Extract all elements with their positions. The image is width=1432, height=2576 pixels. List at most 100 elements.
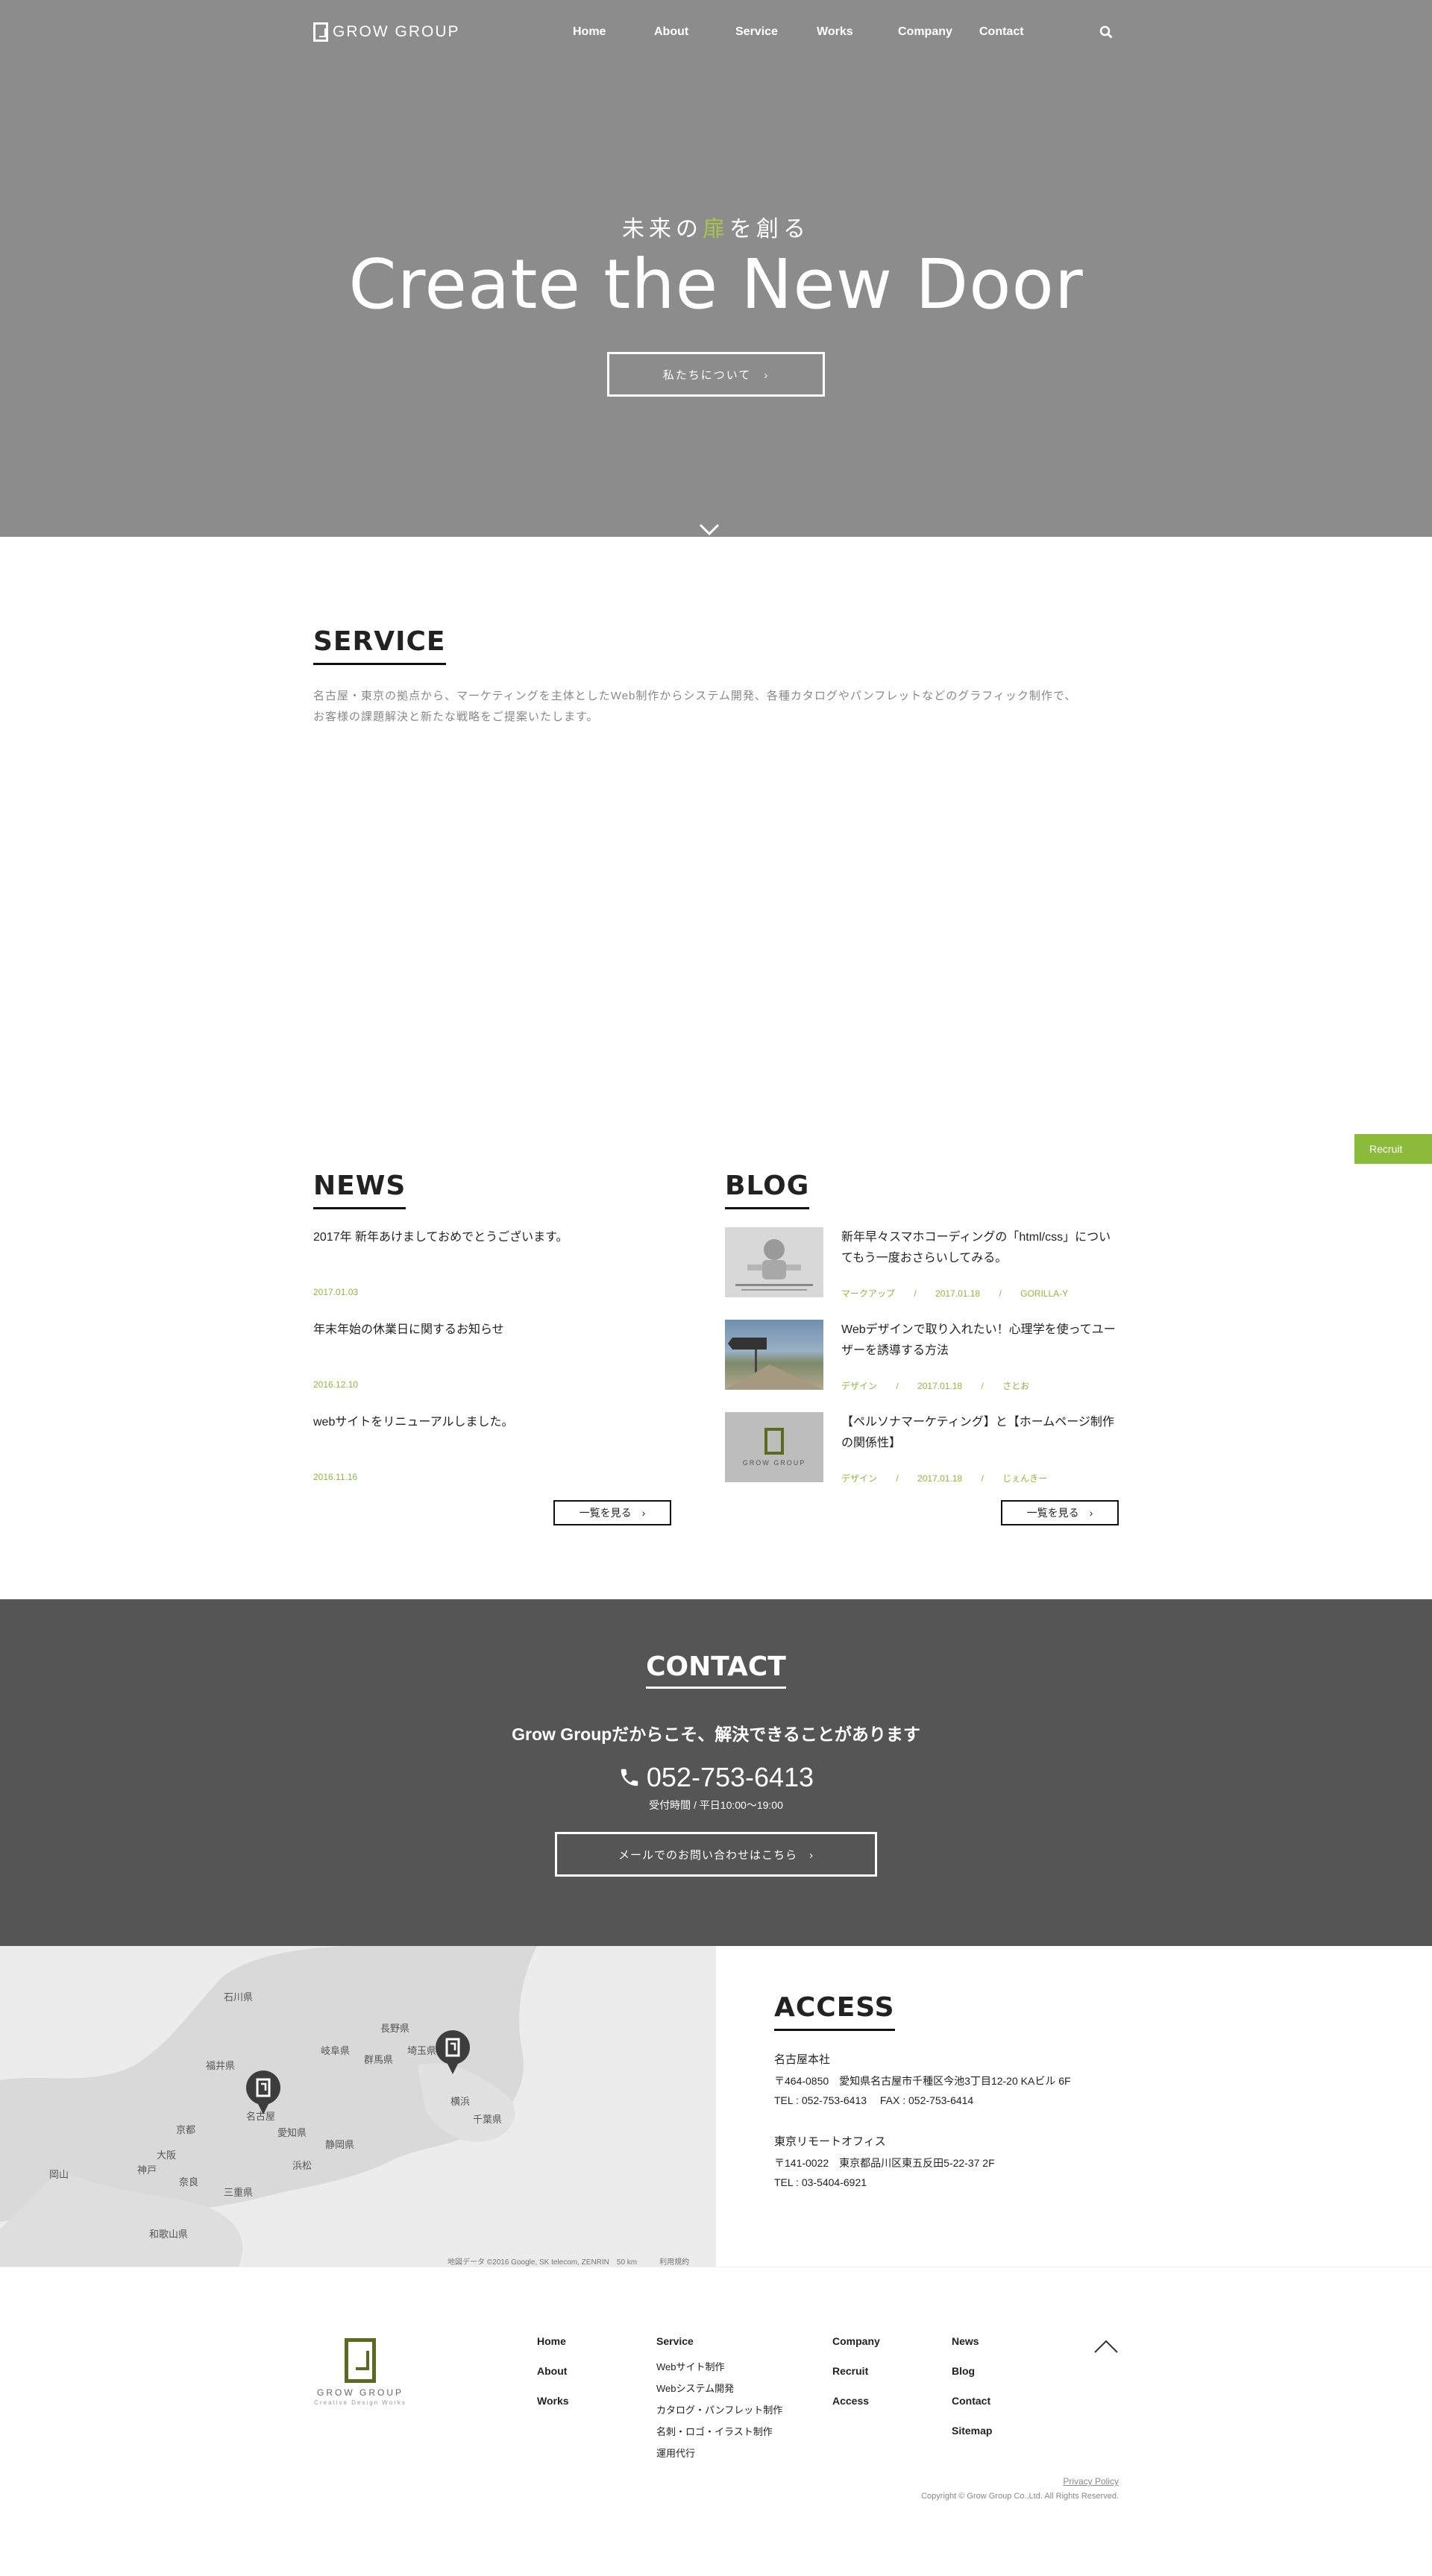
hero-subtitle-part: 未来の: [622, 217, 703, 242]
blog-thumbnail: GROW GROUP: [725, 1412, 823, 1482]
nav-item-about[interactable]: About: [654, 25, 735, 39]
office-tel: TEL : 052-753-6413 FAX : 052-753-6414: [774, 2094, 974, 2106]
map-label: 横浜: [450, 2096, 471, 2107]
map-label: 神戸: [137, 2164, 157, 2176]
map-label: 浜松: [292, 2160, 313, 2171]
office-name: 東京リモートオフィス: [774, 2135, 886, 2148]
map-label: 群馬県: [364, 2054, 394, 2065]
blog-item-title: てもう一度おさらいしてみる。: [841, 1252, 1008, 1265]
blog-item[interactable]: GROW GROUP 【ペルソナマーケティング】と【ホームページ制作 の関係性】…: [725, 1412, 1119, 1505]
meta-separator: /: [896, 1381, 899, 1391]
service-section: SERVICE 名古屋・東京の拠点から、マーケティングを主体としたWeb制作から…: [313, 626, 1119, 728]
service-text-line: お客様の課題解決と新たな戦略をご提案いたします。: [313, 711, 599, 723]
grow-logo-icon: [764, 1428, 784, 1455]
access-map[interactable]: 石川県 福井県 岐阜県 長野県 京都 大阪 神戸 名古屋 浜松 静岡県 横浜 千…: [0, 1946, 716, 2267]
logo-text: GROW GROUP: [333, 23, 460, 40]
news-item[interactable]: 年末年始の休業日に関するお知らせ 2016.12.10: [313, 1320, 671, 1412]
footer-link-recruit[interactable]: Recruit: [832, 2365, 880, 2377]
hero-section: GROW GROUP Home About Service Works Comp…: [0, 0, 1432, 537]
footer-link-web-production[interactable]: Webサイト制作: [656, 2359, 782, 2373]
blog-item-meta: デザイン / 2017.01.18 / さとお: [841, 1379, 1029, 1392]
blog-title: BLOG: [725, 1171, 810, 1209]
blog-date: 2017.01.18: [917, 1473, 963, 1484]
office-address: 〒464-0850 愛知県名古屋市千種区今池3丁目12-20 KAビル 6F: [774, 2075, 1071, 2087]
nav-item-company[interactable]: Company: [898, 25, 979, 39]
chevron-up-icon[interactable]: [1093, 2338, 1119, 2355]
site-logo[interactable]: GROW GROUP: [313, 22, 460, 42]
meta-separator: /: [896, 1473, 899, 1484]
access-title: ACCESS: [774, 1992, 895, 2031]
contact-section: CONTACT Grow Groupだからこそ、解決できることがあります 052…: [0, 1599, 1432, 1946]
footer-link-service[interactable]: Service: [656, 2335, 782, 2347]
footer-logo-subtext: Creative Design Works: [314, 2399, 406, 2406]
footer-link-works[interactable]: Works: [537, 2395, 569, 2407]
footer-link-sitemap[interactable]: Sitemap: [952, 2425, 992, 2437]
map-pin-nagoya-icon[interactable]: [245, 2070, 282, 2116]
logo-icon: [313, 22, 328, 42]
privacy-policy-link[interactable]: Privacy Policy: [1059, 2476, 1119, 2487]
news-item[interactable]: webサイトをリニューアルしました。 2016.11.16: [313, 1412, 671, 1505]
footer-link-about[interactable]: About: [537, 2365, 569, 2377]
blog-category: デザイン: [841, 1381, 878, 1391]
email-contact-button[interactable]: メールでのお問い合わせはこちら ›: [555, 1832, 877, 1877]
map-land-icon: [0, 1946, 716, 2267]
footer-link-news[interactable]: News: [952, 2335, 992, 2347]
news-title: NEWS: [313, 1171, 406, 1209]
office-tel: TEL : 03-5404-6921: [774, 2176, 867, 2188]
blog-thumbnail: [725, 1227, 823, 1297]
copyright: Copyright © Grow Group Co.,Ltd. All Righ…: [921, 2492, 1119, 2501]
news-section: NEWS 2017年 新年あけましておめでとうございます。 2017.01.03…: [313, 1171, 671, 1505]
map-label: 埼玉県: [407, 2045, 437, 2056]
main-nav: Home About Service Works Company Contact: [573, 25, 1061, 39]
chevron-down-icon[interactable]: [698, 522, 720, 538]
nav-item-service[interactable]: Service: [735, 25, 817, 39]
footer-link-operation[interactable]: 運用代行: [656, 2446, 782, 2460]
blog-item[interactable]: 新年早々スマホコーディングの「html/css」につい てもう一度おさらいしてみ…: [725, 1227, 1119, 1320]
map-attribution: 地図データ ©2016 Google, SK telecom, ZENRIN 5…: [448, 2258, 690, 2267]
footer-col-company: Company Recruit Access: [832, 2335, 880, 2425]
blog-section: BLOG 新年早々スマホコーディングの「html/css」につい てもう一度おさ…: [725, 1171, 1119, 1505]
service-title: SERVICE: [313, 626, 446, 665]
nav-item-home[interactable]: Home: [573, 25, 654, 39]
news-item-date: 2016.12.10: [313, 1379, 359, 1390]
news-item-date: 2017.01.03: [313, 1287, 359, 1297]
contact-phone[interactable]: 052-753-6413: [0, 1762, 1432, 1793]
blog-item-meta: マークアップ / 2017.01.18 / GORILLA-Y: [841, 1287, 1068, 1300]
blog-item-title: 新年早々スマホコーディングの「html/css」につい: [841, 1231, 1111, 1244]
nav-item-works[interactable]: Works: [817, 25, 898, 39]
footer-link-access[interactable]: Access: [832, 2395, 880, 2407]
news-more-button[interactable]: 一覧を見る ›: [553, 1500, 671, 1525]
map-label: 愛知県: [277, 2127, 307, 2138]
map-pin-tokyo-icon[interactable]: [434, 2029, 471, 2076]
hero-subtitle: 未来の扉を創る: [0, 210, 1432, 243]
recruit-tab[interactable]: Recruit: [1354, 1134, 1432, 1164]
site-header: GROW GROUP Home About Service Works Comp…: [0, 0, 1432, 67]
footer-link-contact[interactable]: Contact: [952, 2395, 992, 2407]
footer-link-home[interactable]: Home: [537, 2335, 569, 2347]
footer-link-catalog[interactable]: カタログ・パンフレット制作: [656, 2402, 782, 2416]
footer-link-blog[interactable]: Blog: [952, 2365, 992, 2377]
footer-link-web-system[interactable]: Webシステム開発: [656, 2381, 782, 2395]
blog-date: 2017.01.18: [935, 1288, 981, 1299]
meta-separator: /: [981, 1473, 984, 1484]
footer-link-logo-design[interactable]: 名刺・ロゴ・イラスト制作: [656, 2424, 782, 2438]
hero-title: Create the New Door: [348, 245, 1084, 324]
nav-item-contact[interactable]: Contact: [979, 25, 1061, 39]
access-section: ACCESS 名古屋本社 〒464-0850 愛知県名古屋市千種区今池3丁目12…: [774, 1992, 1132, 2192]
blog-more-button[interactable]: 一覧を見る ›: [1001, 1500, 1119, 1525]
footer-link-company[interactable]: Company: [832, 2335, 880, 2347]
map-label: 岐阜県: [321, 2045, 351, 2056]
phone-number: 052-753-6413: [646, 1762, 814, 1792]
search-icon[interactable]: [1099, 25, 1113, 39]
news-item-title: 年末年始の休業日に関するお知らせ: [313, 1323, 504, 1336]
news-item[interactable]: 2017年 新年あけましておめでとうございます。 2017.01.03: [313, 1227, 671, 1320]
footer-logo[interactable]: GROW GROUP Creative Design Works: [312, 2338, 409, 2406]
office-tokyo: 東京リモートオフィス 〒141-0022 東京都品川区東五反田5-22-37 2…: [774, 2132, 1132, 2192]
map-label: 福井県: [206, 2060, 236, 2071]
service-description: 名古屋・東京の拠点から、マーケティングを主体としたWeb制作からシステム開発、各…: [313, 686, 1119, 728]
blog-item[interactable]: Webデザインで取り入れたい！心理学を使ってユー ザーを誘導する方法 デザイン …: [725, 1320, 1119, 1412]
blog-author: じぇんきー: [1002, 1473, 1048, 1484]
about-us-button[interactable]: 私たちについて ›: [607, 352, 825, 397]
footer-col-service: Service Webサイト制作 Webシステム開発 カタログ・パンフレット制作…: [656, 2335, 782, 2467]
blog-item-title: 【ペルソナマーケティング】と【ホームページ制作: [841, 1416, 1114, 1429]
